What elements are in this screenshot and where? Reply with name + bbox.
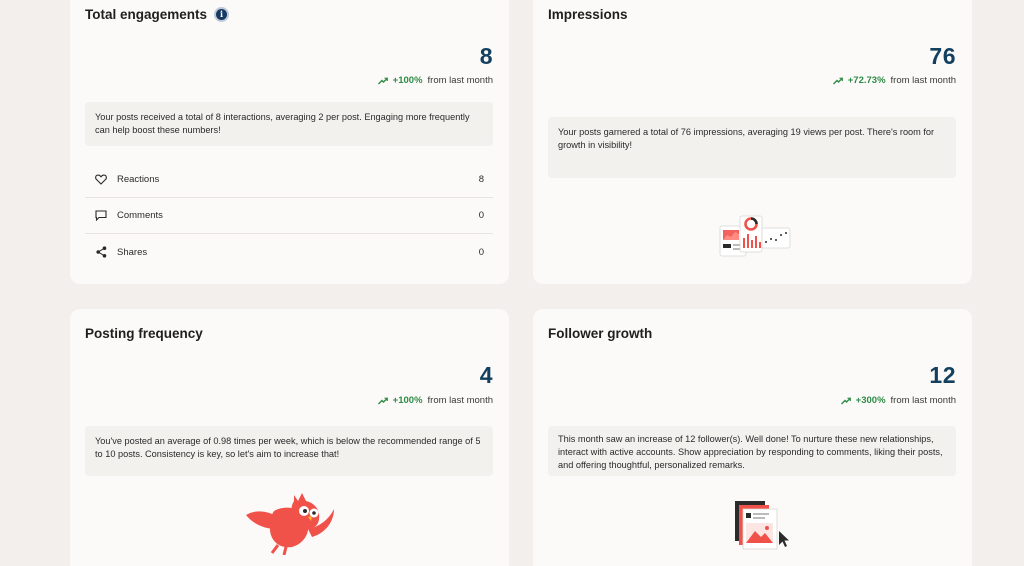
metric-label: Reactions	[117, 174, 160, 185]
comment-icon	[95, 210, 107, 222]
change-percent: +300%	[855, 395, 886, 406]
total-engagements-card: Total engagements i 8 +100% from last mo…	[70, 0, 509, 284]
engagement-metrics-list: Reactions 8 Comments 0 Shares 0	[85, 162, 493, 270]
summary-note: This month saw an increase of 12 followe…	[548, 426, 956, 476]
metric-value: 0	[478, 210, 484, 221]
share-icon	[95, 246, 107, 258]
change-suffix: from last month	[890, 395, 956, 406]
trend-up-icon	[377, 397, 388, 404]
follower-growth-card: Follower growth 12 +300% from last month…	[533, 309, 972, 566]
metric-label: Comments	[117, 210, 163, 221]
metric-row-reactions: Reactions 8	[85, 162, 493, 198]
follower-growth-value: 12	[929, 362, 956, 388]
impressions-value: 76	[929, 43, 956, 69]
metric-value: 0	[478, 246, 484, 258]
card-title: Posting frequency	[85, 326, 203, 341]
change-percent: +72.73%	[847, 75, 886, 86]
analytics-dashboard-illustration	[719, 215, 791, 257]
change-indicator: +100% from last month	[377, 395, 493, 406]
social-posts-illustration	[735, 501, 789, 550]
engagements-value: 8	[479, 43, 493, 69]
card-title: Total engagements i	[85, 7, 230, 22]
trend-up-icon	[377, 77, 388, 84]
summary-note: Your posts received a total of 8 interac…	[85, 102, 493, 146]
owl-mascot-illustration	[246, 493, 334, 555]
change-percent: +100%	[392, 75, 423, 86]
change-indicator: +300% from last month	[840, 395, 956, 406]
change-suffix: from last month	[890, 75, 956, 86]
impressions-card: Impressions 76 +72.73% from last month Y…	[533, 0, 972, 284]
summary-note: Your posts garnered a total of 76 impres…	[548, 117, 956, 178]
card-title: Follower growth	[548, 326, 653, 341]
change-suffix: from last month	[427, 75, 493, 86]
metric-value: 8	[478, 174, 484, 185]
metric-row-comments: Comments 0	[85, 198, 493, 234]
change-percent: +100%	[392, 395, 423, 406]
trend-up-icon	[840, 397, 851, 404]
posting-frequency-value: 4	[479, 362, 493, 388]
trend-up-icon	[832, 77, 843, 84]
heart-icon	[95, 174, 107, 186]
summary-note: You've posted an average of 0.98 times p…	[85, 426, 493, 476]
metric-row-shares: Shares 0	[85, 234, 493, 270]
change-suffix: from last month	[427, 395, 493, 406]
change-indicator: +72.73% from last month	[832, 75, 956, 86]
info-icon[interactable]: i	[214, 7, 230, 22]
card-title: Impressions	[548, 7, 628, 22]
posting-frequency-card: Posting frequency 4 +100% from last mont…	[70, 309, 509, 566]
metric-label: Shares	[117, 246, 148, 258]
change-indicator: +100% from last month	[377, 75, 493, 86]
